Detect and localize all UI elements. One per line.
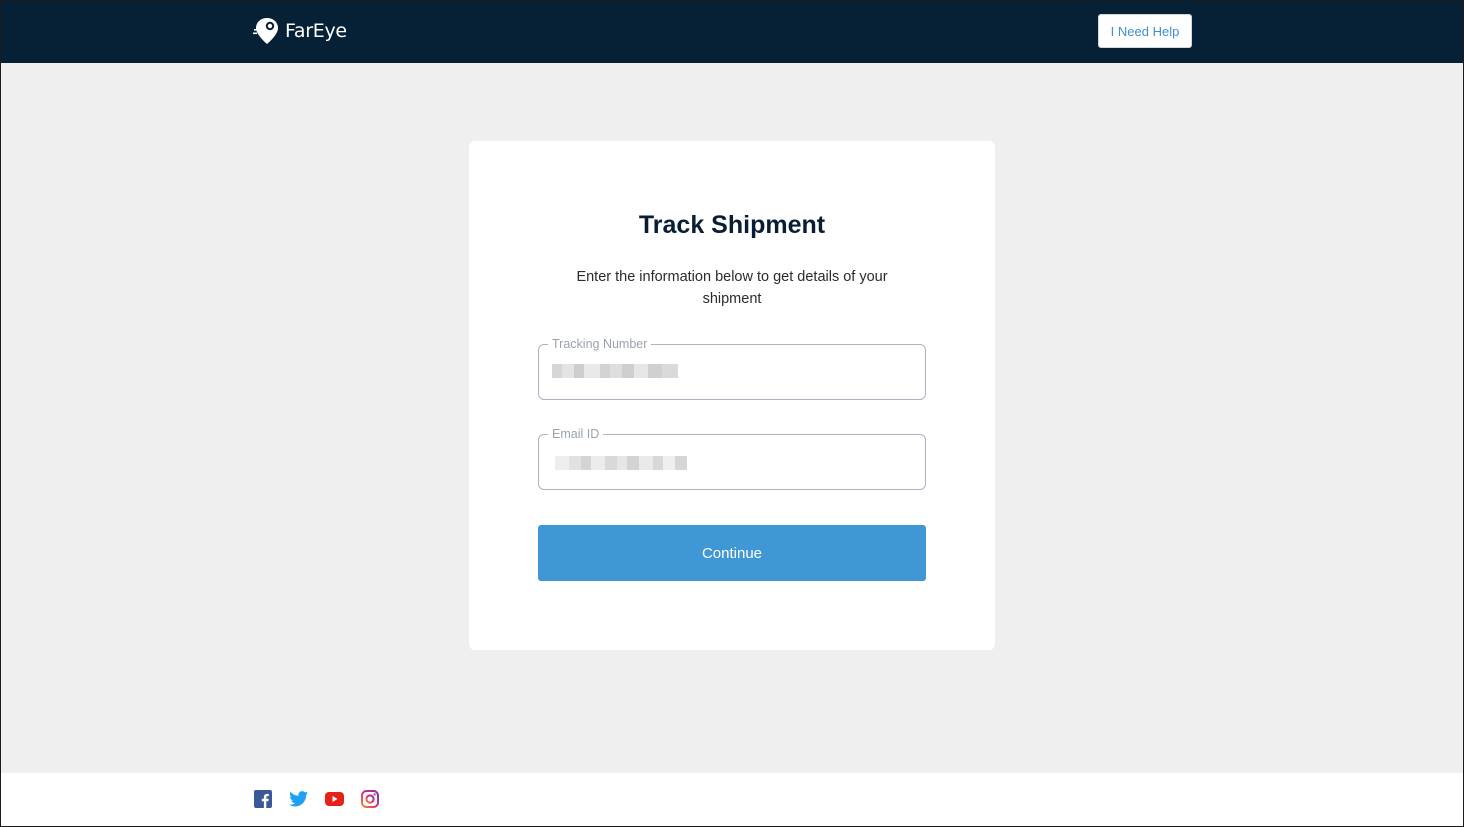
logo-text: FarEye <box>285 20 347 42</box>
page: FarEye I Need Help Track Shipment Enter … <box>0 0 1464 827</box>
youtube-icon[interactable] <box>325 792 344 806</box>
email-id-field[interactable]: Email ID <box>538 425 926 490</box>
need-help-button[interactable]: I Need Help <box>1098 14 1192 48</box>
email-id-value-obscured <box>555 455 687 471</box>
email-id-label: Email ID <box>548 425 604 443</box>
facebook-icon[interactable] <box>254 790 272 808</box>
page-title: Track Shipment <box>638 211 826 239</box>
tracking-number-label: Tracking Number <box>548 335 652 353</box>
form-description: Enter the information below to get detai… <box>576 269 888 307</box>
twitter-icon[interactable] <box>289 791 308 807</box>
tracking-number-value-obscured <box>552 363 678 379</box>
footer <box>1 773 1463 826</box>
fareye-logo[interactable]: FarEye <box>253 15 347 47</box>
track-shipment-card: Track Shipment Enter the information bel… <box>469 141 995 650</box>
top-navigation-bar: FarEye I Need Help <box>1 1 1463 63</box>
instagram-icon[interactable] <box>361 790 379 808</box>
continue-button[interactable]: Continue <box>538 525 926 581</box>
social-links <box>254 790 379 808</box>
location-pin-icon <box>253 18 278 44</box>
tracking-number-field[interactable]: Tracking Number <box>538 335 926 400</box>
